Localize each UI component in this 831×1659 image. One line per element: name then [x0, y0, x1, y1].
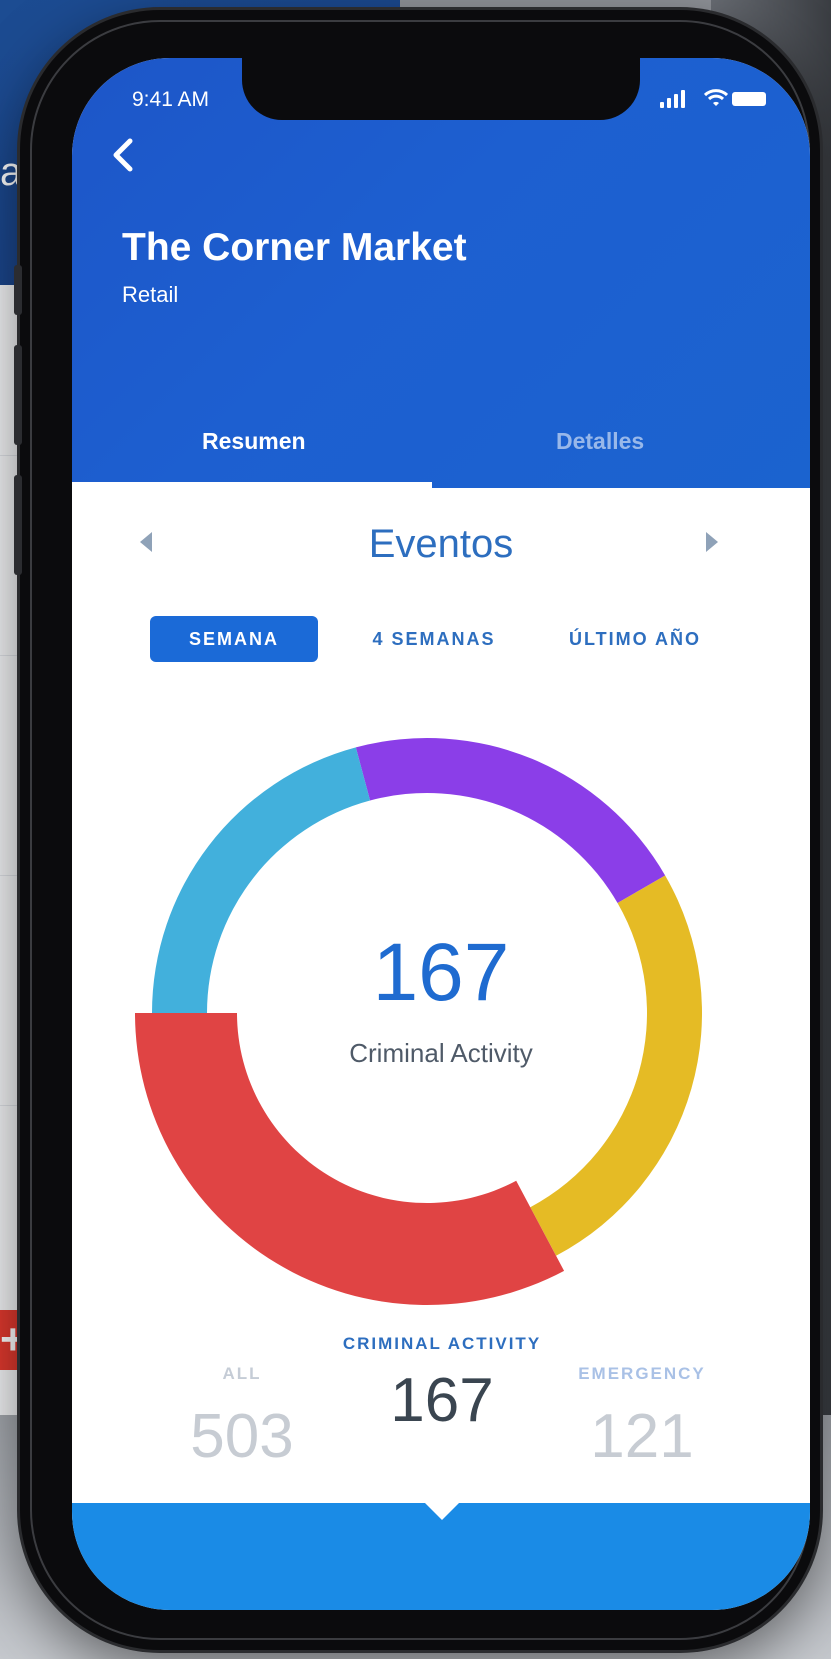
header-banner	[72, 58, 810, 488]
bottom-pointer	[420, 1498, 464, 1520]
volume-down-button	[14, 475, 22, 575]
status-icons	[660, 86, 770, 112]
silent-switch	[14, 265, 22, 315]
segment-semana[interactable]: SEMANA	[150, 616, 318, 662]
page-title: The Corner Market	[122, 226, 467, 269]
donut-segment-purple[interactable]	[355, 738, 666, 903]
stat-all-label: ALL	[222, 1364, 262, 1383]
segment-4-semanas[interactable]: 4 SEMANAS	[354, 616, 514, 662]
donut-center-label: Criminal Activity	[349, 1038, 533, 1068]
stat-criminal-activity[interactable]: CRIMINAL ACTIVITY 167	[332, 1330, 552, 1436]
stat-all-value: 503	[190, 1402, 294, 1471]
tab-resumen[interactable]: Resumen	[202, 428, 306, 455]
next-arrow-icon[interactable]	[698, 528, 726, 556]
stat-emergency-label: EMERGENCY	[578, 1364, 706, 1383]
tab-detalles[interactable]: Detalles	[556, 428, 644, 455]
phone-screen: 9:41 AM The Corner Market Retail Resumen…	[72, 58, 810, 1610]
battery-icon	[732, 92, 766, 106]
segment-ultimo-ano[interactable]: ÚLTIMO AÑO	[544, 616, 726, 662]
stat-emergency[interactable]: EMERGENCY 121	[542, 1346, 742, 1472]
stat-emergency-value: 121	[590, 1402, 694, 1471]
wifi-icon	[704, 89, 728, 106]
phone-frame: 9:41 AM The Corner Market Retail Resumen…	[14, 10, 820, 1650]
back-arrow-icon[interactable]	[102, 133, 146, 177]
active-tab-indicator	[72, 482, 432, 488]
page-subtitle: Retail	[122, 282, 179, 307]
background-header-text: a	[0, 150, 23, 194]
phone-notch	[242, 58, 640, 120]
stat-criminal-activity-label: CRIMINAL ACTIVITY	[342, 1334, 542, 1353]
donut-center-value: 167	[372, 927, 510, 1018]
stat-all[interactable]: ALL 503	[172, 1346, 312, 1472]
volume-up-button	[14, 345, 22, 445]
stat-criminal-activity-value: 167	[390, 1366, 494, 1435]
status-time: 9:41 AM	[132, 88, 210, 111]
